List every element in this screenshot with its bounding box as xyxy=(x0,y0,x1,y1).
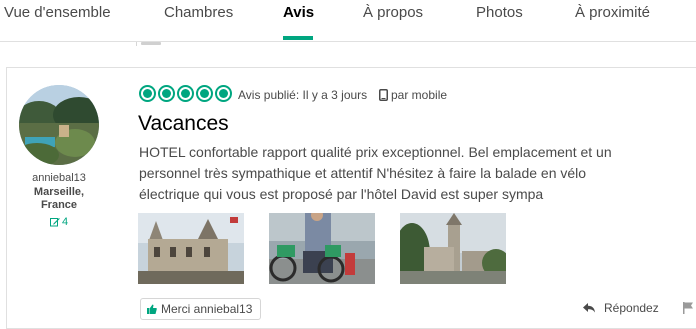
user-location: Marseille, France xyxy=(7,186,111,212)
contributions-value: 4 xyxy=(61,216,69,228)
tab-overview[interactable]: Vue d'ensemble xyxy=(4,4,111,21)
reply-button[interactable]: Répondez xyxy=(583,301,659,315)
avatar[interactable] xyxy=(19,85,99,165)
published-date: Avis publié: Il y a 3 jours xyxy=(238,88,368,102)
mobile-phone-icon xyxy=(379,89,388,101)
review-card: anniebal13 Marseille, France 4 Avis publ… xyxy=(6,67,696,329)
username[interactable]: anniebal13 xyxy=(7,172,111,184)
active-tab-indicator xyxy=(283,36,313,40)
rating-bubble-icon xyxy=(215,85,232,102)
rating-bubble-icon xyxy=(177,85,194,102)
rating-bubbles xyxy=(139,85,232,103)
thumbs-up-icon xyxy=(147,304,157,314)
device-label: par mobile xyxy=(379,88,447,102)
rating-bubble-icon xyxy=(158,85,175,102)
tab-rooms[interactable]: Chambres xyxy=(164,4,233,21)
user-country: France xyxy=(40,199,78,211)
review-photo[interactable] xyxy=(138,213,244,284)
review-photo[interactable] xyxy=(400,213,506,284)
reply-label: Répondez xyxy=(604,301,659,315)
pencil-icon xyxy=(49,218,60,227)
report-flag-button[interactable] xyxy=(683,301,693,319)
contributions-count[interactable]: 4 xyxy=(7,216,111,228)
device-text: par mobile xyxy=(391,88,448,102)
previous-review-remnant xyxy=(136,42,166,46)
review-photo[interactable] xyxy=(269,213,375,284)
flag-icon xyxy=(683,302,693,314)
reply-arrow-icon xyxy=(583,303,595,313)
thanks-label: Merci anniebal13 xyxy=(161,302,253,316)
tab-reviews[interactable]: Avis xyxy=(283,4,314,21)
review-title[interactable]: Vacances xyxy=(138,112,229,136)
thanks-button[interactable]: Merci anniebal13 xyxy=(140,298,262,320)
review-body: HOTEL confortable rapport qualité prix e… xyxy=(139,144,612,202)
rating-bubble-icon xyxy=(196,85,213,102)
user-city: Marseille, xyxy=(33,186,85,198)
tab-about[interactable]: À propos xyxy=(363,4,423,21)
tab-photos[interactable]: Photos xyxy=(476,4,523,21)
tab-bar: Vue d'ensemble Chambres Avis À propos Ph… xyxy=(0,0,696,42)
tab-nearby[interactable]: À proximité xyxy=(575,4,650,21)
rating-bubble-icon xyxy=(139,85,156,102)
